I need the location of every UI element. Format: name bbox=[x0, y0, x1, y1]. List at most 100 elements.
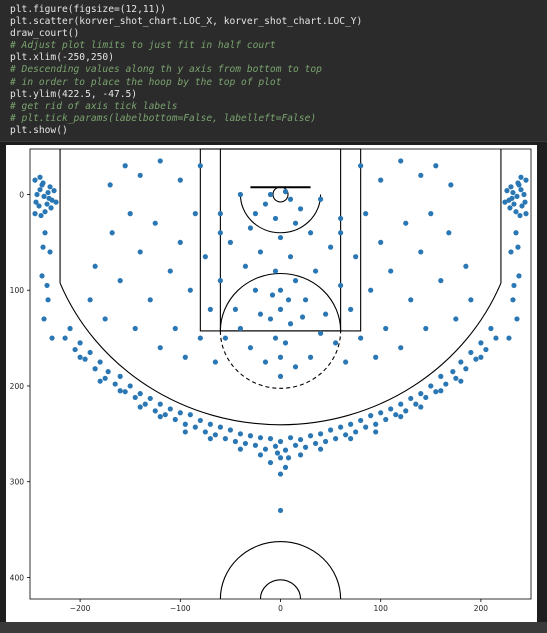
shot-point bbox=[515, 244, 521, 250]
shot-point bbox=[132, 325, 138, 332]
shot-point bbox=[398, 158, 404, 164]
shot-point bbox=[97, 359, 103, 365]
shot-point bbox=[428, 211, 434, 217]
shot-point bbox=[44, 201, 50, 207]
shot-point bbox=[428, 383, 434, 389]
shot-point bbox=[82, 356, 88, 362]
shot-point bbox=[398, 345, 404, 351]
shot-point bbox=[152, 220, 158, 226]
scroll-area[interactable] bbox=[0, 622, 547, 633]
shot-point bbox=[383, 416, 389, 423]
shot-point bbox=[483, 346, 489, 353]
shot-point bbox=[137, 172, 143, 178]
shot-point bbox=[508, 184, 514, 190]
shot-point bbox=[322, 311, 329, 317]
shot-point bbox=[338, 230, 344, 236]
shot-point bbox=[277, 471, 284, 477]
y-tick-label: 400 bbox=[10, 573, 25, 582]
shot-point bbox=[368, 287, 374, 293]
shot-point bbox=[207, 421, 213, 427]
shot-point bbox=[142, 401, 148, 407]
shot-point bbox=[269, 292, 276, 298]
free-throw-top bbox=[219, 272, 342, 331]
shot-point bbox=[277, 287, 284, 293]
shot-point bbox=[519, 203, 525, 209]
shot-point bbox=[358, 335, 364, 341]
shot-point bbox=[285, 455, 292, 461]
shot-point bbox=[167, 406, 173, 412]
three-point-arc bbox=[59, 282, 502, 426]
shot-point bbox=[363, 211, 369, 217]
shot-point bbox=[277, 455, 284, 461]
shot-point bbox=[272, 215, 279, 222]
shot-point bbox=[262, 359, 269, 365]
shot-point bbox=[282, 340, 289, 346]
shot-point bbox=[418, 404, 424, 410]
shot-point bbox=[317, 196, 324, 202]
shot-point bbox=[514, 193, 520, 199]
shot-point bbox=[117, 373, 123, 379]
shot-point bbox=[488, 325, 494, 332]
shot-point bbox=[408, 395, 414, 402]
shot-point bbox=[187, 412, 193, 418]
shot-point bbox=[433, 163, 439, 169]
shot-point bbox=[353, 254, 359, 260]
shot-point bbox=[217, 424, 223, 430]
shot-point bbox=[192, 424, 198, 430]
shot-point bbox=[177, 177, 183, 183]
shot-point bbox=[49, 335, 55, 341]
shot-point bbox=[438, 373, 444, 379]
shot-point bbox=[137, 391, 143, 397]
shot-point bbox=[122, 163, 128, 169]
shot-point bbox=[450, 369, 456, 375]
shot-point bbox=[227, 239, 233, 245]
shot-point bbox=[132, 394, 138, 401]
shot-point bbox=[358, 417, 364, 424]
shot-point bbox=[147, 395, 153, 402]
shot-point bbox=[47, 184, 53, 190]
shot-point bbox=[177, 239, 183, 245]
code-cell[interactable]: plt.figure(figsize=(12,11)) plt.scatter(k… bbox=[0, 0, 547, 142]
shot-point bbox=[67, 325, 73, 332]
shot-point bbox=[398, 414, 404, 420]
shot-point bbox=[232, 438, 239, 445]
shot-point bbox=[247, 225, 254, 231]
code-line: plt.figure(figsize=(12,11)) bbox=[10, 4, 166, 15]
shot-point bbox=[348, 421, 354, 427]
code-editor[interactable]: plt.figure(figsize=(12,11)) plt.scatter(k… bbox=[0, 0, 547, 141]
shot-point bbox=[242, 440, 249, 447]
shot-point bbox=[448, 182, 454, 188]
shot-point bbox=[47, 249, 53, 255]
shot-point bbox=[511, 201, 517, 207]
shot-point bbox=[282, 464, 289, 470]
shot-point bbox=[42, 230, 48, 236]
x-tick-label: −100 bbox=[170, 604, 191, 613]
shot-point bbox=[267, 436, 274, 442]
shot-point bbox=[423, 325, 429, 332]
shot-point bbox=[162, 412, 168, 418]
shot-point bbox=[378, 177, 384, 183]
shot-point bbox=[292, 364, 299, 370]
shot-point bbox=[338, 282, 344, 289]
shot-point bbox=[207, 306, 213, 312]
shot-point bbox=[92, 263, 98, 269]
shot-point bbox=[257, 311, 264, 317]
shot-point bbox=[507, 205, 513, 211]
shot-point bbox=[37, 187, 43, 193]
shot-point bbox=[182, 429, 188, 435]
shot-point bbox=[299, 314, 306, 320]
y-tick-label: 300 bbox=[10, 478, 25, 487]
shot-point bbox=[403, 408, 409, 414]
shot-point bbox=[493, 335, 499, 341]
shot-chart: −200 −100 0 100 200 0 100 200 300 400 bbox=[10, 148, 532, 613]
shot-point bbox=[453, 375, 459, 381]
shot-point bbox=[463, 263, 469, 269]
shot-point bbox=[458, 378, 464, 384]
x-tick-label: 200 bbox=[474, 604, 489, 613]
shot-point bbox=[252, 287, 259, 293]
shot-point bbox=[510, 297, 516, 303]
shot-point bbox=[322, 438, 329, 445]
shot-point bbox=[127, 383, 133, 389]
shot-point bbox=[317, 446, 324, 452]
shot-point bbox=[257, 435, 264, 441]
